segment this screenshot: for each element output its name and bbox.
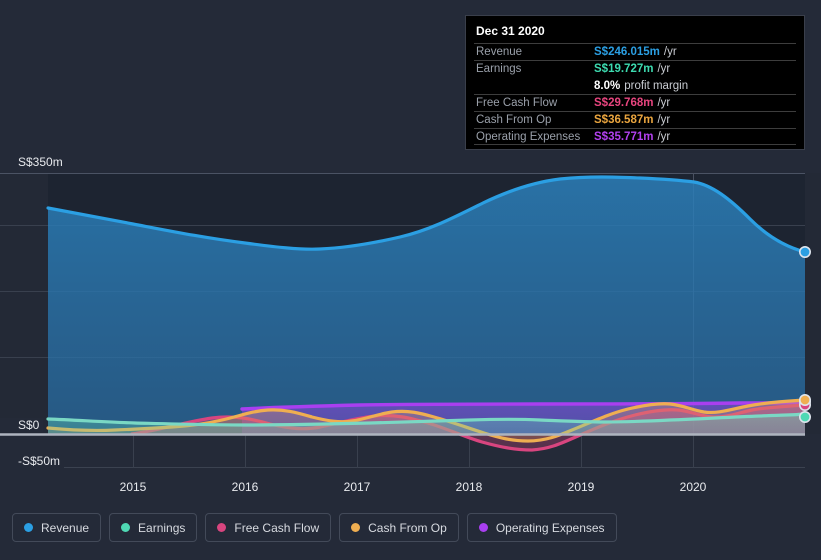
legend-item-cash-from-op[interactable]: Cash From Op: [339, 513, 459, 542]
tooltip-label-cash-from-op: Cash From Op: [476, 114, 552, 126]
data-tooltip: Dec 31 2020 Revenue S$246.015m /yr Earni…: [465, 15, 805, 150]
tooltip-value-operating-expenses: S$35.771m: [594, 130, 654, 143]
tooltip-value-earnings: S$19.727m: [594, 63, 654, 75]
x-axis-label-2016: 2016: [231, 480, 259, 494]
legend-dot-earnings-icon: [121, 523, 131, 532]
tooltip-value-free-cash-flow: S$29.768m: [594, 97, 654, 109]
y-axis-label-0: S$0: [0, 418, 44, 432]
legend-dot-free-cash-flow-icon: [217, 523, 227, 532]
tooltip-date: Dec 31 2020: [476, 24, 545, 38]
x-axis-label-2015: 2015: [119, 480, 147, 494]
y-axis-label-neg50m: -S$50m: [0, 454, 65, 468]
tooltip-row-profit-margin: 8.0% profit margin: [474, 77, 796, 94]
tooltip-unit-revenue: /yr: [663, 46, 677, 58]
legend-label-earnings: Earnings: [138, 520, 186, 535]
legend-item-free-cash-flow[interactable]: Free Cash Flow: [205, 513, 332, 542]
tooltip-unit-free-cash-flow: /yr: [657, 97, 671, 109]
legend-label-operating-expenses: Operating Expenses: [495, 520, 605, 535]
tooltip-unit-operating-expenses: /yr: [657, 130, 671, 143]
tooltip-label-earnings: Earnings: [476, 63, 522, 75]
x-axis-label-2020: 2020: [679, 480, 707, 494]
y-axis-label-350m: S$350m: [0, 155, 67, 169]
legend-label-free-cash-flow: Free Cash Flow: [234, 520, 320, 535]
endpoint-marker-cash-from-op: [798, 393, 811, 406]
tooltip-row-free-cash-flow: Free Cash Flow S$29.768m /yr: [474, 94, 796, 111]
tooltip-label-revenue: Revenue: [476, 46, 523, 58]
tooltip-row-operating-expenses: Operating Expenses S$35.771m /yr: [474, 128, 796, 145]
tooltip-row-revenue: Revenue S$246.015m /yr: [474, 43, 796, 60]
legend-label-revenue: Revenue: [41, 520, 90, 535]
tooltip-value-cash-from-op: S$36.587m: [594, 114, 654, 126]
tooltip-unit-earnings: /yr: [657, 63, 671, 75]
chart-legend: Revenue Earnings Free Cash Flow Cash Fro…: [12, 513, 617, 542]
x-axis-label-2018: 2018: [455, 480, 483, 494]
legend-label-cash-from-op: Cash From Op: [368, 520, 447, 535]
legend-item-earnings[interactable]: Earnings: [109, 513, 198, 542]
tooltip-row-cash-from-op: Cash From Op S$36.587m /yr: [474, 111, 796, 128]
tooltip-value-revenue: S$246.015m: [594, 46, 660, 58]
tooltip-unit-cash-from-op: /yr: [657, 114, 671, 126]
financial-chart-page: S$350m S$0 -S$50m 2015 2016 2017 2018 20…: [0, 0, 821, 560]
x-axis-label-2019: 2019: [567, 480, 595, 494]
legend-dot-cash-from-op-icon: [351, 523, 361, 532]
tooltip-label-free-cash-flow: Free Cash Flow: [476, 97, 558, 109]
legend-dot-revenue-icon: [24, 523, 33, 532]
endpoint-marker-revenue: [798, 246, 811, 259]
tooltip-unit-profit-margin: profit margin: [624, 79, 689, 92]
tooltip-value-profit-margin: 8.0%: [594, 79, 621, 92]
legend-item-revenue[interactable]: Revenue: [12, 513, 102, 542]
endpoint-marker-earnings: [798, 410, 811, 423]
tooltip-label-operating-expenses: Operating Expenses: [476, 130, 581, 143]
x-tick-marks: [133, 434, 694, 468]
tooltip-row-earnings: Earnings S$19.727m /yr: [474, 60, 796, 77]
legend-item-operating-expenses[interactable]: Operating Expenses: [466, 513, 617, 542]
legend-dot-operating-expenses-icon: [478, 523, 488, 532]
x-axis-label-2017: 2017: [343, 480, 371, 494]
